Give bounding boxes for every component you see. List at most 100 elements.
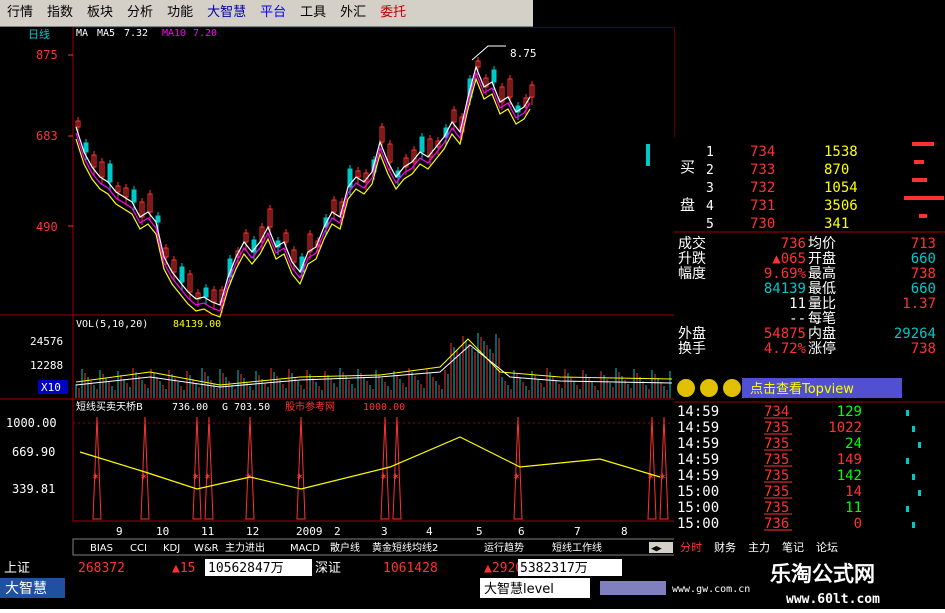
menu-item[interactable]: 平台 bbox=[253, 0, 293, 26]
brand-label[interactable]: 大智慧 bbox=[5, 581, 47, 597]
sz-index-label[interactable]: 深证 bbox=[315, 561, 341, 576]
indicator-tab[interactable]: 短线工作线 bbox=[552, 541, 602, 554]
star-icon: ✶ bbox=[392, 469, 399, 483]
tick-time: 15:00 bbox=[677, 516, 719, 532]
sh-index-label[interactable]: 上证 bbox=[4, 561, 30, 576]
sz-index-amount: 5382317万 bbox=[520, 561, 588, 576]
level-label[interactable]: 大智慧level bbox=[484, 581, 554, 597]
watermark-title: 乐淘公式网 bbox=[770, 562, 875, 586]
stat-value: -- bbox=[789, 311, 806, 327]
stat-label: 量比 bbox=[808, 296, 836, 312]
indicator-tab[interactable]: 散户线 bbox=[330, 541, 360, 554]
x-axis-label: 2 bbox=[334, 525, 341, 538]
quote-tab[interactable]: 财务 bbox=[714, 540, 736, 554]
chart-svg[interactable]: 日线 MA MA5 7.32 MA10 7.20 875 683 490 8.7… bbox=[0, 26, 676, 584]
tick-volume: 149 bbox=[837, 452, 862, 468]
tick-time: 15:00 bbox=[677, 484, 719, 500]
stat-label: 换手 bbox=[678, 340, 706, 357]
tick-volume-bar bbox=[912, 474, 915, 480]
menu-item[interactable]: 工具 bbox=[293, 0, 333, 26]
stat-label: 幅度 bbox=[678, 266, 706, 282]
index-status-bar: 上证 268372 ▲15 10562847万 深证 1061428 ▲2920… bbox=[0, 556, 760, 578]
quote-tab[interactable]: 笔记 bbox=[782, 540, 804, 554]
menu-item[interactable]: 指数 bbox=[40, 0, 80, 26]
tick-volume-bar bbox=[906, 458, 909, 464]
peak-price-label: 8.75 bbox=[510, 47, 537, 60]
circle-icon[interactable] bbox=[723, 379, 741, 397]
chart-area[interactable]: 日线 MA MA5 7.32 MA10 7.20 875 683 490 8.7… bbox=[0, 26, 676, 584]
order-level-number: 1 bbox=[706, 145, 714, 160]
volume-unit: X10 bbox=[41, 381, 61, 394]
tick-time: 15:00 bbox=[677, 500, 719, 516]
indicator-b-value: 736.00 bbox=[172, 402, 208, 413]
buy-side-label: 盘 bbox=[680, 196, 695, 214]
menu-item[interactable]: 分析 bbox=[120, 0, 160, 26]
volume-title: VOL(5,10,20) bbox=[76, 319, 148, 330]
indicator-tab[interactable]: KDJ bbox=[163, 543, 180, 554]
tick-volume: 129 bbox=[837, 404, 862, 420]
indicator-tab[interactable]: 主力进出 bbox=[225, 541, 265, 554]
stat-value: 84139 bbox=[764, 281, 806, 297]
indicator-tab[interactable]: 运行趋势 bbox=[484, 541, 524, 554]
indicator-spike bbox=[245, 416, 255, 520]
indicator-tab[interactable]: W&R bbox=[194, 543, 219, 554]
menu-item[interactable]: 委托 bbox=[373, 0, 413, 26]
sz-index-change: ▲2920 bbox=[484, 561, 523, 576]
candle-body bbox=[491, 69, 497, 83]
tick-volume-bar bbox=[906, 410, 909, 416]
menu-item[interactable]: 行情 bbox=[0, 0, 40, 26]
stat-value: 738 bbox=[911, 341, 936, 357]
stat-label: 每笔 bbox=[808, 311, 836, 327]
tick-volume-bar bbox=[912, 522, 915, 528]
indicator-spike bbox=[204, 416, 214, 520]
quote-tab[interactable]: 分时 bbox=[680, 541, 702, 554]
candle-body bbox=[203, 287, 209, 298]
stat-label: 升跌 bbox=[678, 251, 706, 267]
progress-bar bbox=[600, 581, 666, 595]
indicator-spike bbox=[659, 416, 669, 520]
tick-volume: 0 bbox=[854, 516, 862, 532]
quote-tab[interactable]: 主力 bbox=[748, 541, 770, 554]
stat-value: 11 bbox=[789, 296, 806, 312]
stat-label: 最低 bbox=[808, 281, 836, 297]
buy-side-label: 买 bbox=[680, 158, 695, 176]
star-icon: ✶ bbox=[380, 469, 387, 483]
quote-tab[interactable]: 论坛 bbox=[816, 540, 838, 554]
menu-item[interactable]: 板块 bbox=[80, 0, 120, 26]
indicator-tab[interactable]: CCI bbox=[130, 543, 147, 554]
price-tick: 875 bbox=[36, 48, 58, 62]
order-level-number: 3 bbox=[706, 181, 714, 196]
site-url[interactable]: www.gw.com.cn bbox=[672, 584, 750, 595]
indicator-ref-label: 股市参考网 bbox=[285, 400, 335, 413]
indicator-tab[interactable]: MACD bbox=[290, 543, 320, 554]
tick-volume-bar bbox=[918, 442, 921, 448]
ma5-value: 7.32 bbox=[124, 28, 148, 39]
indicator-tab[interactable]: BIAS bbox=[90, 543, 113, 554]
x-axis-label: 10 bbox=[156, 525, 169, 538]
circle-icon[interactable] bbox=[700, 379, 718, 397]
period-label[interactable]: 日线 bbox=[28, 27, 50, 41]
x-axis-label: 8 bbox=[621, 525, 628, 538]
order-price: 733 bbox=[750, 162, 775, 178]
indicator-spike bbox=[92, 416, 102, 520]
indicator-spike bbox=[647, 416, 657, 520]
menu-item[interactable]: 大智慧 bbox=[200, 0, 253, 26]
order-price: 734 bbox=[750, 144, 775, 160]
tab-scroll-arrows: ◀▶ bbox=[651, 544, 662, 554]
circle-icon[interactable] bbox=[677, 379, 695, 397]
menu-item[interactable]: 外汇 bbox=[333, 0, 373, 26]
order-volume: 870 bbox=[824, 162, 849, 178]
order-level-number: 5 bbox=[706, 217, 714, 232]
indicator-tab[interactable]: 黄金短线均线2 bbox=[372, 541, 438, 554]
stat-label: 涨停 bbox=[808, 340, 836, 357]
ma10-value: 7.20 bbox=[193, 28, 217, 39]
x-axis-label: 5 bbox=[476, 525, 483, 538]
sz-index-value: 1061428 bbox=[383, 561, 438, 576]
menu-item[interactable]: 功能 bbox=[160, 0, 200, 26]
tick-volume: 11 bbox=[845, 500, 862, 516]
x-axis-label: 11 bbox=[201, 525, 214, 538]
order-price: 730 bbox=[750, 216, 775, 232]
star-icon: ✶ bbox=[647, 469, 654, 483]
indicator-spike bbox=[392, 416, 402, 520]
x-axis-label: 2009 bbox=[296, 525, 323, 538]
